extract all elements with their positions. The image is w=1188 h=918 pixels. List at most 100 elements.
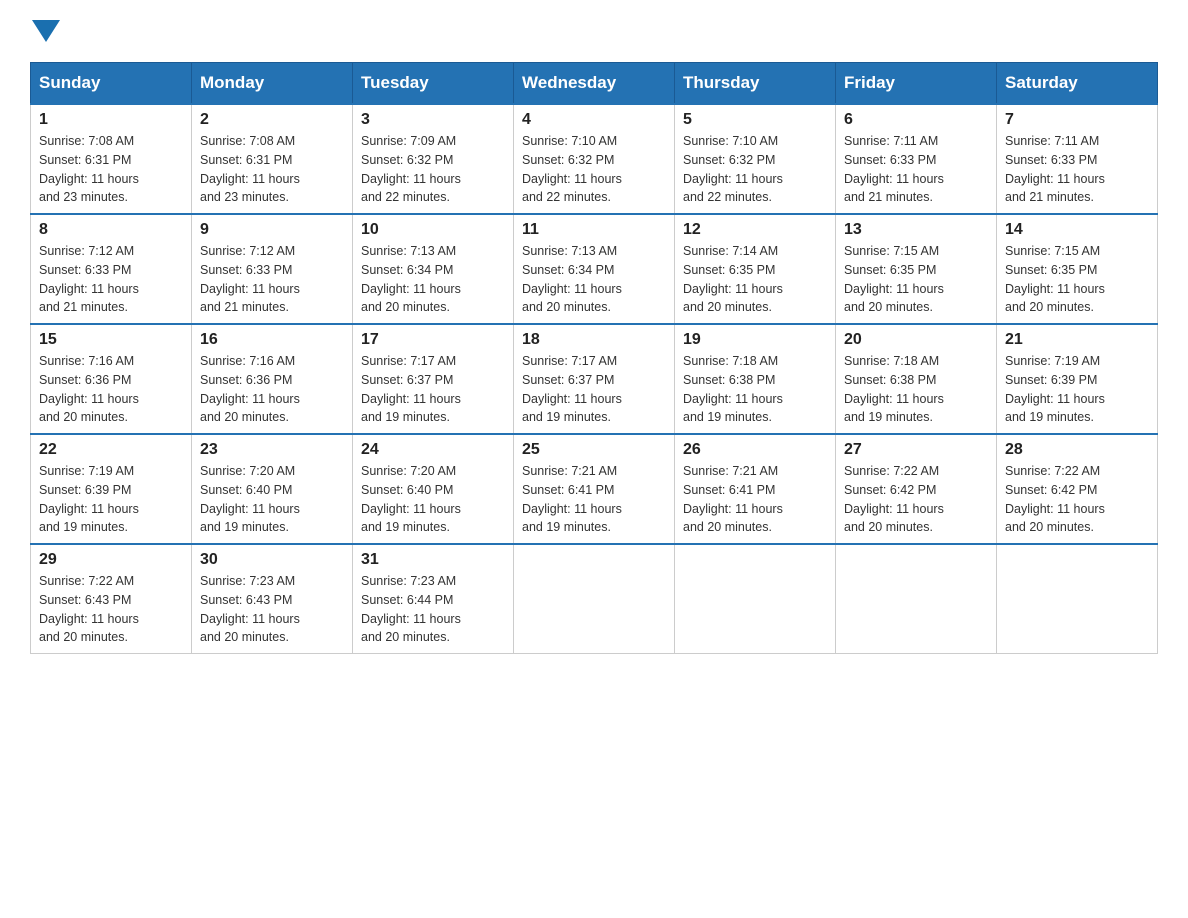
calendar-cell: 13 Sunrise: 7:15 AMSunset: 6:35 PMDayligh… (836, 214, 997, 324)
day-number: 13 (844, 221, 988, 239)
day-info: Sunrise: 7:13 AMSunset: 6:34 PMDaylight:… (361, 242, 505, 317)
day-number: 1 (39, 111, 183, 129)
day-info: Sunrise: 7:18 AMSunset: 6:38 PMDaylight:… (683, 352, 827, 427)
calendar-cell: 15Sunrise: 7:16 AMSunset: 6:36 PMDayligh… (31, 324, 192, 434)
calendar-cell: 25Sunrise: 7:21 AMSunset: 6:41 PMDayligh… (514, 434, 675, 544)
day-number: 20 (844, 331, 988, 349)
day-number: 5 (683, 111, 827, 129)
calendar-body: 1 Sunrise: 7:08 AMSunset: 6:31 PMDaylight… (31, 104, 1158, 654)
day-info: Sunrise: 7:09 AMSunset: 6:32 PMDaylight:… (361, 132, 505, 207)
day-info: Sunrise: 7:21 AMSunset: 6:41 PMDaylight:… (683, 462, 827, 537)
day-info: Sunrise: 7:16 AMSunset: 6:36 PMDaylight:… (39, 352, 183, 427)
calendar-cell: 10 Sunrise: 7:13 AMSunset: 6:34 PMDayligh… (353, 214, 514, 324)
day-number: 6 (844, 111, 988, 129)
calendar-cell: 22 Sunrise: 7:19 AMSunset: 6:39 PMDayligh… (31, 434, 192, 544)
day-number: 14 (1005, 221, 1149, 239)
calendar-cell: 4Sunrise: 7:10 AMSunset: 6:32 PMDaylight… (514, 104, 675, 214)
day-info: Sunrise: 7:17 AMSunset: 6:37 PMDaylight:… (522, 352, 666, 427)
day-info: Sunrise: 7:22 AMSunset: 6:42 PMDaylight:… (1005, 462, 1149, 537)
day-header-wednesday: Wednesday (514, 63, 675, 105)
day-info: Sunrise: 7:13 AMSunset: 6:34 PMDaylight:… (522, 242, 666, 317)
day-number: 17 (361, 331, 505, 349)
day-number: 22 (39, 441, 183, 459)
day-info: Sunrise: 7:15 AMSunset: 6:35 PMDaylight:… (1005, 242, 1149, 317)
day-info: Sunrise: 7:10 AMSunset: 6:32 PMDaylight:… (683, 132, 827, 207)
day-number: 18 (522, 331, 666, 349)
calendar-cell (997, 544, 1158, 654)
day-number: 8 (39, 221, 183, 239)
day-info: Sunrise: 7:18 AMSunset: 6:38 PMDaylight:… (844, 352, 988, 427)
day-info: Sunrise: 7:19 AMSunset: 6:39 PMDaylight:… (39, 462, 183, 537)
day-number: 7 (1005, 111, 1149, 129)
day-number: 3 (361, 111, 505, 129)
day-info: Sunrise: 7:19 AMSunset: 6:39 PMDaylight:… (1005, 352, 1149, 427)
logo (30, 20, 62, 42)
calendar-cell: 20 Sunrise: 7:18 AMSunset: 6:38 PMDayligh… (836, 324, 997, 434)
calendar-cell: 18 Sunrise: 7:17 AMSunset: 6:37 PMDayligh… (514, 324, 675, 434)
day-info: Sunrise: 7:22 AMSunset: 6:42 PMDaylight:… (844, 462, 988, 537)
calendar-week-4: 22 Sunrise: 7:19 AMSunset: 6:39 PMDayligh… (31, 434, 1158, 544)
calendar-week-2: 8 Sunrise: 7:12 AMSunset: 6:33 PMDaylight… (31, 214, 1158, 324)
day-number: 23 (200, 441, 344, 459)
logo-triangle-icon (32, 20, 60, 42)
day-number: 27 (844, 441, 988, 459)
day-header-thursday: Thursday (675, 63, 836, 105)
day-number: 4 (522, 111, 666, 129)
day-info: Sunrise: 7:15 AMSunset: 6:35 PMDaylight:… (844, 242, 988, 317)
day-info: Sunrise: 7:16 AMSunset: 6:36 PMDaylight:… (200, 352, 344, 427)
calendar-cell (514, 544, 675, 654)
day-info: Sunrise: 7:14 AMSunset: 6:35 PMDaylight:… (683, 242, 827, 317)
day-info: Sunrise: 7:23 AMSunset: 6:44 PMDaylight:… (361, 572, 505, 647)
calendar-cell: 9 Sunrise: 7:12 AMSunset: 6:33 PMDaylight… (192, 214, 353, 324)
calendar-cell: 31 Sunrise: 7:23 AMSunset: 6:44 PMDayligh… (353, 544, 514, 654)
day-info: Sunrise: 7:11 AMSunset: 6:33 PMDaylight:… (844, 132, 988, 207)
day-number: 26 (683, 441, 827, 459)
day-info: Sunrise: 7:20 AMSunset: 6:40 PMDaylight:… (361, 462, 505, 537)
header-row: SundayMondayTuesdayWednesdayThursdayFrid… (31, 63, 1158, 105)
calendar-cell (675, 544, 836, 654)
calendar-cell: 28 Sunrise: 7:22 AMSunset: 6:42 PMDayligh… (997, 434, 1158, 544)
page-header (30, 20, 1158, 42)
day-number: 30 (200, 551, 344, 569)
calendar-cell: 14 Sunrise: 7:15 AMSunset: 6:35 PMDayligh… (997, 214, 1158, 324)
day-info: Sunrise: 7:17 AMSunset: 6:37 PMDaylight:… (361, 352, 505, 427)
calendar-cell: 24 Sunrise: 7:20 AMSunset: 6:40 PMDayligh… (353, 434, 514, 544)
calendar-cell: 30 Sunrise: 7:23 AMSunset: 6:43 PMDayligh… (192, 544, 353, 654)
calendar-header: SundayMondayTuesdayWednesdayThursdayFrid… (31, 63, 1158, 105)
day-number: 12 (683, 221, 827, 239)
calendar-cell: 29 Sunrise: 7:22 AMSunset: 6:43 PMDayligh… (31, 544, 192, 654)
day-number: 2 (200, 111, 344, 129)
day-number: 11 (522, 221, 666, 239)
day-number: 28 (1005, 441, 1149, 459)
calendar-table: SundayMondayTuesdayWednesdayThursdayFrid… (30, 62, 1158, 654)
calendar-cell: 3 Sunrise: 7:09 AMSunset: 6:32 PMDaylight… (353, 104, 514, 214)
calendar-cell: 21Sunrise: 7:19 AMSunset: 6:39 PMDayligh… (997, 324, 1158, 434)
day-header-saturday: Saturday (997, 63, 1158, 105)
day-header-friday: Friday (836, 63, 997, 105)
calendar-cell: 6 Sunrise: 7:11 AMSunset: 6:33 PMDaylight… (836, 104, 997, 214)
calendar-week-1: 1 Sunrise: 7:08 AMSunset: 6:31 PMDaylight… (31, 104, 1158, 214)
day-header-monday: Monday (192, 63, 353, 105)
day-info: Sunrise: 7:22 AMSunset: 6:43 PMDaylight:… (39, 572, 183, 647)
day-number: 24 (361, 441, 505, 459)
calendar-cell: 23Sunrise: 7:20 AMSunset: 6:40 PMDayligh… (192, 434, 353, 544)
day-number: 10 (361, 221, 505, 239)
calendar-week-3: 15Sunrise: 7:16 AMSunset: 6:36 PMDayligh… (31, 324, 1158, 434)
day-info: Sunrise: 7:12 AMSunset: 6:33 PMDaylight:… (200, 242, 344, 317)
calendar-cell: 8 Sunrise: 7:12 AMSunset: 6:33 PMDaylight… (31, 214, 192, 324)
day-info: Sunrise: 7:11 AMSunset: 6:33 PMDaylight:… (1005, 132, 1149, 207)
day-info: Sunrise: 7:08 AMSunset: 6:31 PMDaylight:… (200, 132, 344, 207)
day-number: 31 (361, 551, 505, 569)
day-number: 29 (39, 551, 183, 569)
day-info: Sunrise: 7:23 AMSunset: 6:43 PMDaylight:… (200, 572, 344, 647)
calendar-cell: 7 Sunrise: 7:11 AMSunset: 6:33 PMDaylight… (997, 104, 1158, 214)
day-number: 19 (683, 331, 827, 349)
day-info: Sunrise: 7:08 AMSunset: 6:31 PMDaylight:… (39, 132, 183, 207)
day-number: 9 (200, 221, 344, 239)
calendar-cell: 26 Sunrise: 7:21 AMSunset: 6:41 PMDayligh… (675, 434, 836, 544)
day-number: 25 (522, 441, 666, 459)
calendar-cell: 11 Sunrise: 7:13 AMSunset: 6:34 PMDayligh… (514, 214, 675, 324)
day-info: Sunrise: 7:12 AMSunset: 6:33 PMDaylight:… (39, 242, 183, 317)
calendar-cell: 17 Sunrise: 7:17 AMSunset: 6:37 PMDayligh… (353, 324, 514, 434)
day-header-tuesday: Tuesday (353, 63, 514, 105)
